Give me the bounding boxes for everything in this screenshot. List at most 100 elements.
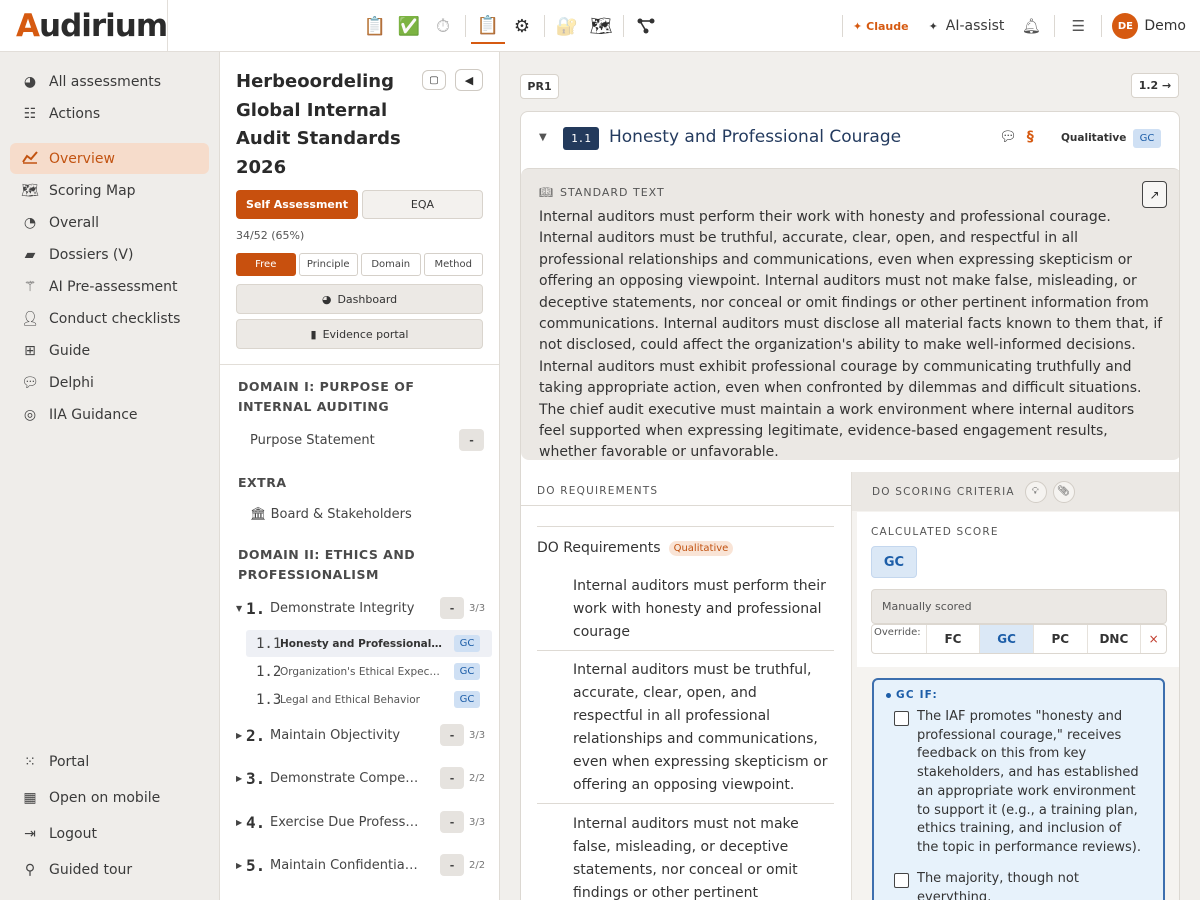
timer-icon[interactable]: ⏱ — [426, 8, 460, 44]
principle-tag[interactable]: PR1 — [520, 74, 559, 99]
clipboard-icon[interactable]: 📋 — [358, 8, 392, 44]
score-button[interactable]: - — [440, 811, 464, 833]
principle-4[interactable]: ▶ 4. Exercise Due Professional Care - 3/… — [236, 808, 485, 836]
override-pc[interactable]: PC — [1032, 625, 1087, 653]
principle-5[interactable]: ▶ 5. Maintain Confidentiality - 2/2 — [236, 851, 485, 879]
criterion-text: The majority, though not everything, — [917, 871, 1079, 900]
graph-icon[interactable] — [629, 8, 663, 44]
sidebar-item-guide[interactable]: ⊞ Guide — [10, 335, 209, 366]
square-icon[interactable]: ▢ — [422, 70, 446, 90]
sidebar-item-label: Delphi — [49, 374, 94, 391]
standard-text: Internal auditors must perform their wor… — [539, 209, 1163, 461]
caret-down-icon[interactable]: ▼ — [539, 132, 547, 143]
standard-title: Honesty and Professional Courage — [609, 127, 902, 147]
criterion-checkbox[interactable] — [894, 873, 909, 888]
override-gc[interactable]: GC — [979, 625, 1033, 653]
section-icon[interactable]: § — [1027, 129, 1034, 145]
map-icon[interactable]: 🗺 — [584, 8, 618, 44]
score-button[interactable]: - — [440, 767, 464, 789]
score-badge: GC — [454, 663, 480, 680]
standard-header[interactable]: ▼ 1.1 Honesty and Professional Courage 💬… — [521, 112, 1179, 168]
filter-method[interactable]: Method — [423, 253, 483, 276]
sidebar-item-conduct-checklists[interactable]: 👤︎ Conduct checklists — [10, 303, 209, 334]
sidebar-item-guided-tour[interactable]: ⚲ Guided tour — [10, 854, 209, 885]
score-button[interactable]: - — [440, 724, 464, 746]
top-right-controls: ✦ Claude ✦ AI-assist 🔔︎ ☰ DE Demo — [832, 0, 1186, 52]
principle-2[interactable]: ▶ 2. Maintain Objectivity - 3/3 — [236, 721, 485, 749]
folder-lock-icon[interactable]: 🔐 — [550, 8, 584, 44]
app-logo[interactable]: Audirium — [16, 8, 168, 44]
sidebar-item-logout[interactable]: ⇥ Logout — [10, 818, 209, 849]
sidebar-item-ai-pre-assessment[interactable]: ⚚ AI Pre-assessment — [10, 271, 209, 302]
score-button[interactable]: - — [440, 854, 464, 876]
sidebar-item-overall[interactable]: ◔ Overall — [10, 207, 209, 238]
method-chip: Qualitative — [668, 540, 734, 556]
score-button[interactable]: - — [459, 429, 484, 451]
gear-icon[interactable]: ⚙ — [505, 8, 539, 44]
divider — [537, 650, 834, 651]
sidebar-item-label: Overall — [49, 214, 100, 231]
sidebar-item-overview[interactable]: Overview — [10, 143, 209, 174]
caret-right-icon: ▶ — [236, 817, 243, 827]
principle-3[interactable]: ▶ 3. Demonstrate Competency - 2/2 — [236, 764, 485, 792]
dashboard-button[interactable]: ◕ Dashboard — [236, 284, 483, 314]
filter-principle[interactable]: Principle — [298, 253, 358, 276]
sidebar-item-label: Logout — [49, 825, 97, 842]
avatar[interactable]: DE — [1112, 13, 1139, 39]
sidebar-item-label: All assessments — [49, 73, 162, 90]
filter-domain[interactable]: Domain — [361, 253, 421, 276]
standard-text-box: 📖︎ STANDARD TEXT ↗ Internal auditors must… — [521, 168, 1179, 460]
sidebar-item-all-assessments[interactable]: ◕ All assessments — [10, 66, 209, 97]
calculated-score-label: CALCULATED SCORE — [871, 526, 999, 538]
principle-1[interactable]: ▼ 1. Demonstrate Integrity - 3/3 — [236, 594, 485, 622]
grid-icon: ⁙ — [24, 753, 36, 770]
list-check-icon: ☷ — [23, 105, 37, 122]
gc-if-label: GC IF: — [886, 689, 938, 701]
claude-button[interactable]: ✦ Claude — [853, 20, 909, 33]
standard-1-3[interactable]: 1.3 Legal and Ethical Behavior GC — [246, 686, 492, 713]
score-button[interactable]: - — [440, 597, 464, 619]
pie-chart-icon: ◔ — [23, 214, 37, 231]
sidebar-item-label: Overview — [49, 150, 115, 167]
override-dnc[interactable]: DNC — [1086, 625, 1141, 653]
evidence-portal-button[interactable]: ▮ Evidence portal — [236, 319, 483, 349]
override-fc[interactable]: FC — [925, 625, 980, 653]
bell-icon[interactable]: 🔔︎ — [1018, 17, 1044, 35]
next-standard-button[interactable]: 1.2 → — [1131, 73, 1179, 98]
paperclip-icon[interactable]: 📎︎ — [1052, 480, 1075, 503]
filter-free[interactable]: Free — [236, 253, 296, 276]
external-link-icon[interactable]: ↗ — [1142, 181, 1167, 208]
caret-right-icon: ▶ — [236, 860, 243, 870]
sidebar-item-dossiers[interactable]: ▰ Dossiers (V) — [10, 239, 209, 270]
lightbulb-icon[interactable]: 💡︎ — [1024, 480, 1047, 503]
self-assessment-button[interactable]: Self Assessment — [236, 190, 358, 219]
comments-icon[interactable]: 💬︎ — [999, 129, 1017, 145]
domain-heading: DOMAIN II: ETHICS AND PROFESSIONALISM — [238, 547, 416, 582]
qr-icon: ▦ — [23, 789, 37, 806]
sidebar-item-label: Portal — [49, 753, 90, 770]
clear-override-button[interactable]: × — [1140, 625, 1166, 653]
sidebar-item-delphi[interactable]: 💬︎ Delphi — [10, 367, 209, 398]
clipboard-list-icon[interactable]: 📋 — [471, 8, 505, 44]
checkmark-icon[interactable]: ✅ — [392, 8, 426, 44]
score-badge: GC — [1133, 129, 1161, 148]
collapse-panel-button[interactable]: ◀ — [455, 69, 483, 91]
ai-assist-button[interactable]: ✦ AI-assist — [929, 18, 1005, 34]
eqa-button[interactable]: EQA — [362, 190, 483, 219]
tree-item-board-stakeholders[interactable]: 🏛 Board & Stakeholders — [250, 501, 484, 527]
magic-wand-icon: ⚚ — [23, 278, 37, 295]
requirement-item: Internal auditors must perform their wor… — [573, 578, 826, 640]
sidebar-item-portal[interactable]: ⁙ Portal — [10, 746, 209, 777]
standard-1-1[interactable]: 1.1Honesty and Professional CourageGC — [246, 630, 492, 657]
criterion-checkbox[interactable] — [894, 711, 909, 726]
user-check-icon: 👤︎ — [21, 310, 39, 327]
sidebar-item-open-on-mobile[interactable]: ▦ Open on mobile — [10, 782, 209, 813]
sidebar-item-iia-guidance[interactable]: ◎ IIA Guidance — [10, 399, 209, 430]
sliders-icon[interactable]: ☰ — [1065, 17, 1091, 35]
tree-item-purpose-statement[interactable]: Purpose Statement - — [250, 427, 484, 453]
standard-1-2[interactable]: 1.2Organization's Ethical ExpectationsGC — [246, 658, 492, 685]
sidebar-item-scoring-map[interactable]: 🗺︎ Scoring Map — [10, 175, 209, 206]
pie-chart-icon: ◕ — [321, 292, 332, 306]
sidebar-item-actions[interactable]: ☷ Actions — [10, 98, 209, 129]
user-name[interactable]: Demo — [1144, 18, 1186, 34]
